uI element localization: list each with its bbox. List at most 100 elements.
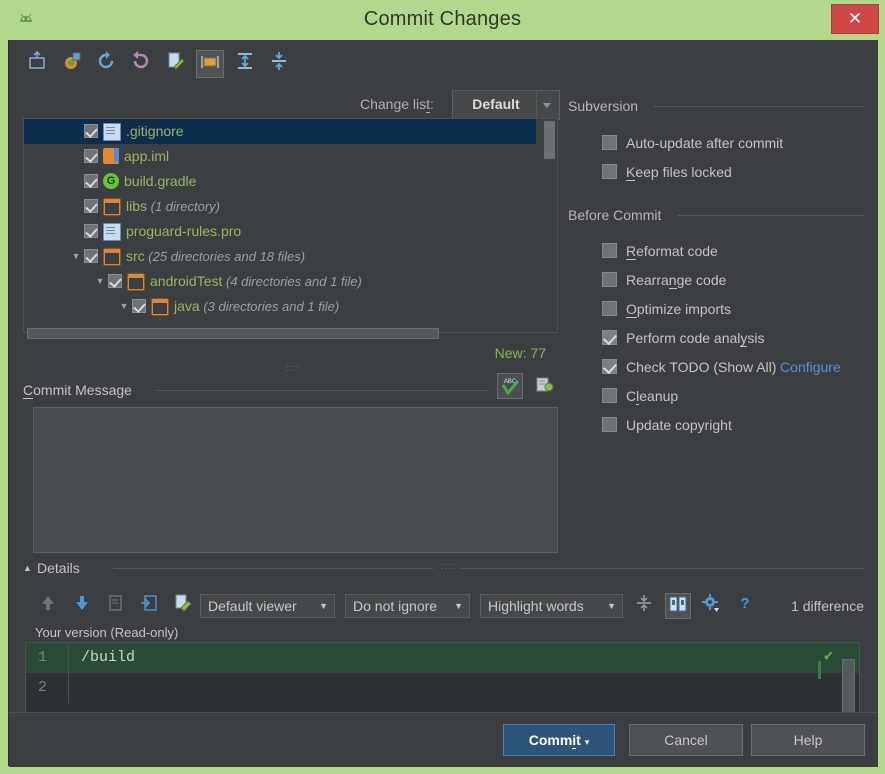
revert-change-icon[interactable] (102, 593, 128, 619)
close-icon[interactable]: ✕ (831, 4, 879, 34)
subversion-checkbox[interactable] (602, 164, 617, 179)
tree-row-name: app.iml (124, 148, 170, 164)
changed-files-tree[interactable]: .gitignore app.iml Gbuild.gradle libs (1 di… (23, 118, 558, 333)
tree-row-checkbox[interactable] (84, 199, 98, 213)
before-commit-option-row[interactable]: Rearrange code (602, 269, 726, 291)
chevron-down-icon: ▾ (584, 737, 590, 747)
viewer-dropdown[interactable]: Default viewer ▼ (200, 594, 335, 618)
before-commit-checkbox[interactable] (602, 330, 617, 345)
before-commit-divider (678, 215, 864, 216)
configure-link[interactable]: Configure (780, 359, 841, 375)
commit-button-label: Commit (528, 732, 581, 749)
before-commit-checkbox[interactable] (602, 243, 617, 258)
show-diff-icon[interactable] (23, 50, 51, 78)
table-row[interactable]: proguard-rules.pro (24, 219, 536, 244)
diff-line-text: /build (81, 649, 136, 666)
splitter-grip[interactable]: :::: (286, 363, 300, 373)
diff-settings-gear-icon[interactable] (698, 593, 724, 619)
svg-text:?: ? (740, 595, 749, 612)
tree-row-name: java (174, 298, 200, 314)
before-commit-option-row[interactable]: Perform code analysis (602, 327, 765, 349)
revert-icon[interactable] (127, 50, 155, 78)
tree-row-checkbox[interactable] (84, 149, 98, 163)
tree-row-checkbox[interactable] (84, 174, 98, 188)
file-icon (103, 123, 121, 141)
tree-row-checkbox[interactable] (84, 249, 98, 263)
before-commit-checkbox[interactable] (602, 388, 617, 403)
table-row[interactable]: ▼ src (25 directories and 18 files) (24, 244, 536, 269)
tree-twisty-icon[interactable]: ▼ (92, 269, 108, 294)
refresh-icon[interactable] (92, 50, 120, 78)
diff-toolbar-right: ? (631, 593, 762, 619)
chevron-down-icon[interactable] (536, 91, 559, 119)
details-title[interactable]: Details (37, 560, 80, 576)
tree-row-checkbox[interactable] (84, 224, 98, 238)
subversion-checkbox[interactable] (602, 135, 617, 150)
table-row[interactable]: app.iml (24, 144, 536, 169)
new-lines-count: New: 77 (494, 345, 546, 361)
table-row[interactable]: ▼ androidTest (4 directories and 1 file) (24, 269, 536, 294)
message-history-icon[interactable] (531, 373, 557, 399)
before-commit-checkbox[interactable] (602, 359, 617, 374)
subversion-option-row[interactable]: Keep files locked (602, 161, 732, 183)
tree-twisty-icon[interactable]: ▼ (116, 294, 132, 319)
revert-with-comment-icon[interactable] (58, 50, 86, 78)
before-commit-checkbox[interactable] (602, 272, 617, 287)
subversion-label: Auto-update after commit (626, 135, 784, 151)
change-list-label: Change list: (360, 96, 434, 113)
diff-line-number: 2 (38, 679, 48, 696)
help-button[interactable]: Help (751, 724, 865, 756)
before-commit-option-row[interactable]: Cleanup (602, 385, 678, 407)
table-row[interactable]: libs (1 directory) (24, 194, 536, 219)
expand-all-icon[interactable] (231, 50, 259, 78)
before-commit-option-row[interactable]: Optimize imports (602, 298, 731, 320)
scrollbar-thumb[interactable] (544, 121, 555, 159)
window-title: Commit Changes (363, 8, 522, 30)
tree-twisty-icon[interactable]: ▼ (68, 244, 84, 269)
table-row[interactable]: Gbuild.gradle (24, 169, 536, 194)
gradle-icon: G (103, 173, 119, 189)
commit-button[interactable]: Commit ▾ (503, 724, 615, 756)
details-collapse-icon[interactable]: ▲ (23, 563, 32, 573)
tree-vertical-scrollbar[interactable] (544, 121, 555, 330)
scrollbar-thumb[interactable] (27, 328, 439, 339)
before-commit-group-title: Before Commit (568, 207, 662, 223)
subversion-option-row[interactable]: Auto-update after commit (602, 132, 783, 154)
tree-row-meta: (3 directories and 1 file) (203, 299, 340, 314)
commit-message-input[interactable] (33, 407, 558, 553)
diff-accept-icon[interactable]: ✔ (824, 646, 833, 665)
commit-message-label: Commit Message (23, 382, 132, 399)
cancel-button[interactable]: Cancel (629, 724, 743, 756)
side-by-side-view-icon[interactable] (664, 593, 691, 619)
collapse-all-icon[interactable] (265, 50, 293, 78)
subversion-label: Keep files locked (626, 164, 732, 181)
folder-icon (127, 273, 145, 291)
tree-row-checkbox[interactable] (108, 274, 122, 288)
tree-horizontal-scrollbar[interactable] (23, 327, 558, 340)
previous-difference-icon[interactable] (35, 593, 61, 619)
highlight-dropdown[interactable]: Highlight words ▼ (480, 594, 623, 618)
edit-source-icon[interactable] (162, 50, 190, 78)
diff-scrollbar-thumb[interactable] (842, 659, 855, 717)
before-commit-checkbox[interactable] (602, 301, 617, 316)
before-commit-checkbox[interactable] (602, 417, 617, 432)
tree-row-checkbox[interactable] (132, 299, 146, 313)
before-commit-option-row[interactable]: Update copyright (602, 414, 732, 436)
before-commit-option-row[interactable]: Check TODO (Show All) Configure (602, 356, 841, 378)
details-splitter-grip[interactable]: :::: (441, 561, 455, 571)
tree-row-checkbox[interactable] (84, 124, 98, 138)
collapse-unchanged-icon[interactable] (631, 593, 657, 619)
before-commit-option-row[interactable]: Reformat code (602, 240, 718, 262)
help-icon[interactable]: ? (732, 593, 758, 619)
ignore-dropdown[interactable]: Do not ignore ▼ (345, 594, 470, 618)
next-difference-icon[interactable] (69, 593, 95, 619)
apply-change-icon[interactable] (136, 593, 162, 619)
change-list-dropdown[interactable]: Default (452, 90, 560, 120)
table-row[interactable]: .gitignore (24, 119, 536, 144)
group-by-directory-icon[interactable] (196, 50, 225, 78)
dialog-footer: Commit ▾ Cancel Help (9, 712, 878, 767)
tree-row-name: src (126, 248, 145, 264)
spellcheck-icon[interactable]: ABC (497, 373, 523, 399)
edit-source-icon[interactable] (170, 593, 196, 619)
table-row[interactable]: ▼ java (3 directories and 1 file) (24, 294, 536, 319)
